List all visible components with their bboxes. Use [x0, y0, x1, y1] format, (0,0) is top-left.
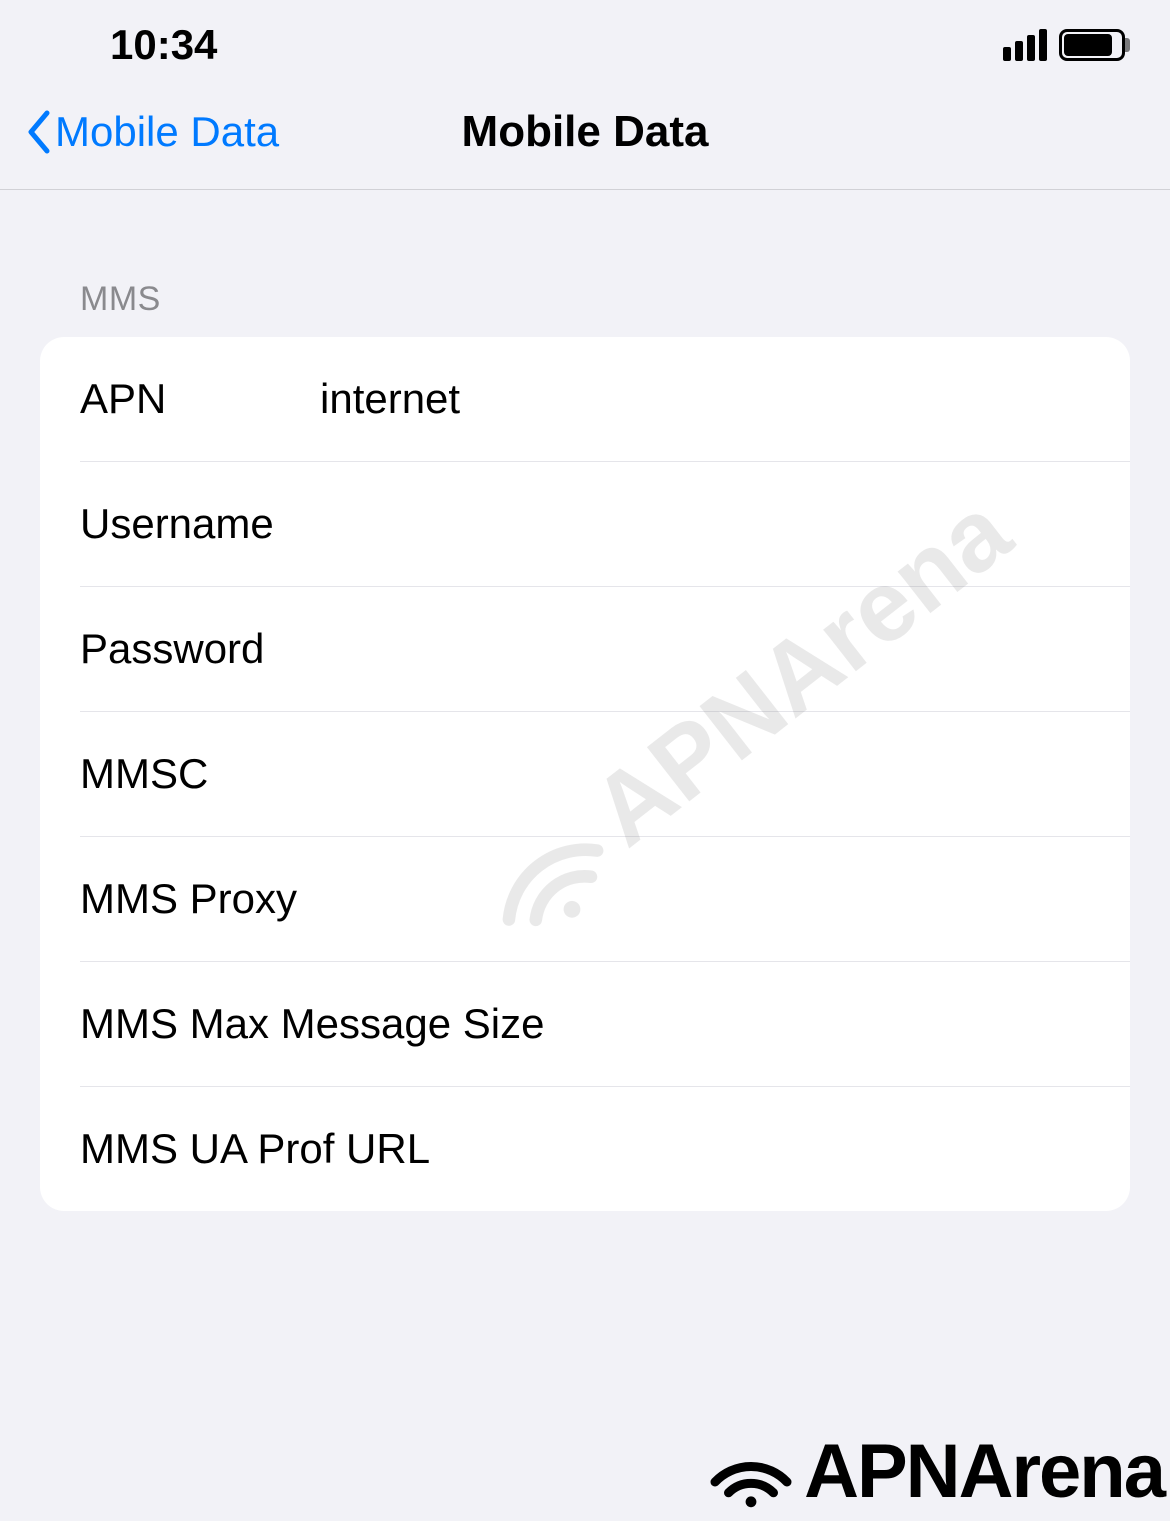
- navigation-bar: Mobile Data Mobile Data: [0, 85, 1170, 190]
- label-mms-max-size: MMS Max Message Size: [80, 1000, 544, 1048]
- row-password[interactable]: Password: [80, 587, 1130, 712]
- label-username: Username: [80, 500, 320, 548]
- row-mms-max-size[interactable]: MMS Max Message Size: [80, 962, 1130, 1087]
- page-title: Mobile Data: [462, 107, 709, 157]
- watermark-text: APNArena: [804, 1428, 1164, 1515]
- status-time: 10:34: [110, 21, 217, 69]
- row-mms-ua-prof[interactable]: MMS UA Prof URL: [40, 1087, 1130, 1211]
- settings-group-mms: APN internet Username Password MMSC MMS …: [40, 337, 1130, 1211]
- value-apn: internet: [320, 375, 460, 423]
- label-mms-proxy: MMS Proxy: [80, 875, 320, 923]
- section-header-mms: MMS: [40, 280, 1130, 337]
- status-bar: 10:34: [0, 0, 1170, 85]
- back-label: Mobile Data: [55, 108, 279, 156]
- status-icons: [1003, 29, 1125, 61]
- watermark-bottom: APNArena: [706, 1428, 1164, 1515]
- label-mms-ua-prof: MMS UA Prof URL: [80, 1125, 430, 1173]
- row-apn[interactable]: APN internet: [80, 337, 1130, 462]
- row-username[interactable]: Username: [80, 462, 1130, 587]
- row-mms-proxy[interactable]: MMS Proxy: [80, 837, 1130, 962]
- content-area: MMS APN internet Username Password MMSC …: [0, 190, 1170, 1211]
- cellular-signal-icon: [1003, 29, 1047, 61]
- label-password: Password: [80, 625, 320, 673]
- chevron-left-icon: [25, 109, 51, 155]
- battery-icon: [1059, 29, 1125, 61]
- wifi-icon: [706, 1437, 796, 1507]
- label-mmsc: MMSC: [80, 750, 320, 798]
- label-apn: APN: [80, 375, 320, 423]
- row-mmsc[interactable]: MMSC: [80, 712, 1130, 837]
- back-button[interactable]: Mobile Data: [25, 108, 279, 156]
